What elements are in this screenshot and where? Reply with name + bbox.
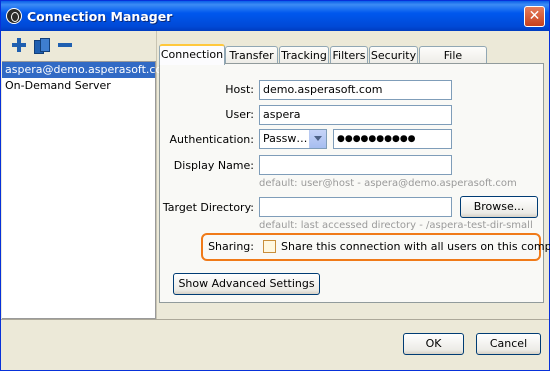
close-icon: ✕: [528, 8, 541, 24]
browse-button[interactable]: Browse...: [460, 196, 538, 218]
target-directory-hint: default: last accessed directory - /aspe…: [259, 220, 533, 231]
connection-item-aspera-demo[interactable]: aspera@demo.asperasoft.com: [2, 62, 173, 78]
authentication-select-value: Passw…: [263, 132, 308, 145]
share-connection-checkbox[interactable]: [263, 240, 276, 253]
aspera-app-icon: [6, 8, 22, 24]
target-directory-input[interactable]: [259, 197, 452, 217]
display-name-label: Display Name:: [173, 159, 254, 172]
share-connection-label[interactable]: Share this connection with all users on …: [281, 240, 550, 253]
close-button[interactable]: ✕: [524, 6, 545, 27]
chevron-down-icon[interactable]: [309, 130, 326, 148]
connection-toolbar: [5, 35, 155, 55]
ok-button[interactable]: OK: [403, 333, 464, 355]
connection-manager-window: Connection Manager ✕ aspera@demo.asperas…: [0, 0, 550, 371]
user-label: User:: [225, 108, 254, 121]
sharing-label: Sharing:: [208, 240, 254, 253]
target-directory-label: Target Directory:: [162, 201, 254, 214]
authentication-select[interactable]: Passw…: [259, 129, 327, 149]
display-name-input[interactable]: [259, 155, 452, 175]
password-input[interactable]: ●●●●●●●●●●: [333, 129, 452, 149]
connection-list[interactable]: aspera@demo.asperasoft.com On-Demand Ser…: [2, 61, 173, 319]
add-icon[interactable]: [11, 37, 27, 53]
duplicate-icon[interactable]: [33, 37, 50, 54]
footer-divider: [1, 319, 549, 320]
authentication-label: Authentication:: [169, 133, 254, 146]
cancel-button[interactable]: Cancel: [476, 333, 541, 355]
connection-item-on-demand[interactable]: On-Demand Server: [2, 78, 155, 94]
host-input[interactable]: demo.asperasoft.com: [259, 80, 452, 100]
window-title: Connection Manager: [27, 9, 173, 24]
remove-icon[interactable]: [57, 37, 73, 53]
user-input[interactable]: aspera: [259, 105, 452, 125]
title-bar[interactable]: Connection Manager ✕: [1, 1, 549, 31]
show-advanced-settings-button[interactable]: Show Advanced Settings: [173, 273, 320, 295]
display-name-hint: default: user@host - aspera@demo.asperas…: [259, 178, 517, 189]
tab-connection[interactable]: Connection: [159, 44, 225, 65]
host-label: Host:: [225, 83, 254, 96]
